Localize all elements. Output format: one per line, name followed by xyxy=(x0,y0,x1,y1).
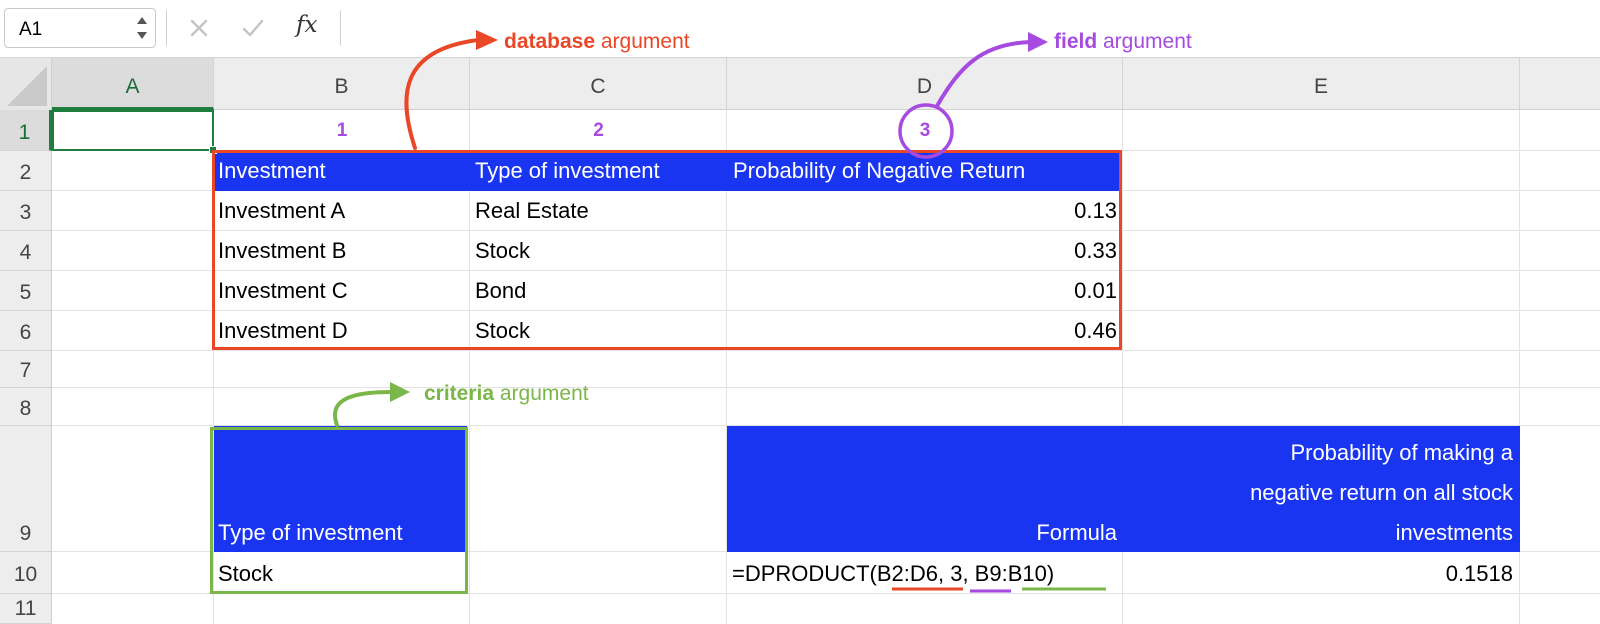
criteria-annotation: criteria argument xyxy=(424,382,589,406)
row-header-1[interactable]: 1 xyxy=(0,110,52,151)
criteria-arrowhead-icon xyxy=(390,382,410,402)
database-annotation-text: argument xyxy=(595,30,690,53)
criteria-range-outline xyxy=(210,427,468,594)
column-header-d[interactable]: D xyxy=(727,58,1123,110)
result-header-line-3: investments xyxy=(1395,520,1513,545)
formula-bar-divider xyxy=(166,10,167,46)
column-header-e[interactable]: E xyxy=(1123,58,1520,110)
field-annotation-text: argument xyxy=(1097,30,1192,53)
formula-text-cell[interactable]: =DPRODUCT(B2:D6, 3, B9:B10) xyxy=(732,561,1054,587)
formula-bar-divider xyxy=(340,10,341,46)
database-annotation-keyword: database xyxy=(504,30,596,53)
column-header-c[interactable]: C xyxy=(470,58,727,110)
field-annotation: field argument xyxy=(1054,30,1192,54)
field-annotation-keyword: field xyxy=(1054,30,1098,53)
row-header-8[interactable]: 8 xyxy=(0,388,52,426)
row-header-7[interactable]: 7 xyxy=(0,351,52,388)
row-header-3[interactable]: 3 xyxy=(0,191,52,231)
criteria-annotation-text: argument xyxy=(494,382,589,405)
row-header-9[interactable]: 9 xyxy=(0,426,52,552)
row-header-11[interactable]: 11 xyxy=(0,594,52,624)
criteria-arrow-icon xyxy=(333,390,394,427)
row-header-2[interactable]: 2 xyxy=(0,151,52,191)
field-number-2: 2 xyxy=(593,120,604,141)
result-header-line-1: Probability of making a xyxy=(1290,440,1513,465)
gridline xyxy=(52,387,1600,388)
row-header-5[interactable]: 5 xyxy=(0,271,52,311)
criteria-annotation-keyword: criteria xyxy=(424,382,495,405)
row-header-10[interactable]: 10 xyxy=(0,552,52,594)
row-header-4[interactable]: 4 xyxy=(0,231,52,271)
insert-function-button[interactable]: fx xyxy=(296,12,317,38)
field-number-1: 1 xyxy=(336,120,348,141)
database-annotation: database argument xyxy=(504,30,690,54)
gridline xyxy=(52,350,1600,351)
formula-header[interactable]: Formula xyxy=(727,520,1117,546)
column-header-b[interactable]: B xyxy=(214,58,470,110)
name-box-stepper-icon[interactable] xyxy=(135,11,149,45)
field-number-3: 3 xyxy=(919,120,931,141)
select-all-corner[interactable] xyxy=(0,58,52,110)
name-box-value: A1 xyxy=(19,19,43,40)
result-header-line-2: negative return on all stock xyxy=(1250,480,1513,505)
result-value-cell[interactable]: 0.1518 xyxy=(1123,561,1513,587)
checkmark-icon[interactable] xyxy=(238,12,268,44)
column-header-row: A B C D E xyxy=(0,58,1600,110)
active-cell-a1[interactable] xyxy=(52,110,214,151)
column-header-a[interactable]: A xyxy=(52,58,214,110)
cancel-x-icon[interactable] xyxy=(184,12,214,44)
database-range-outline xyxy=(212,150,1122,350)
row-header-6[interactable]: 6 xyxy=(0,311,52,351)
name-box[interactable]: A1 xyxy=(4,8,156,48)
formula-bar: A1 fx xyxy=(0,0,1600,58)
column-header-f[interactable] xyxy=(1520,58,1600,110)
